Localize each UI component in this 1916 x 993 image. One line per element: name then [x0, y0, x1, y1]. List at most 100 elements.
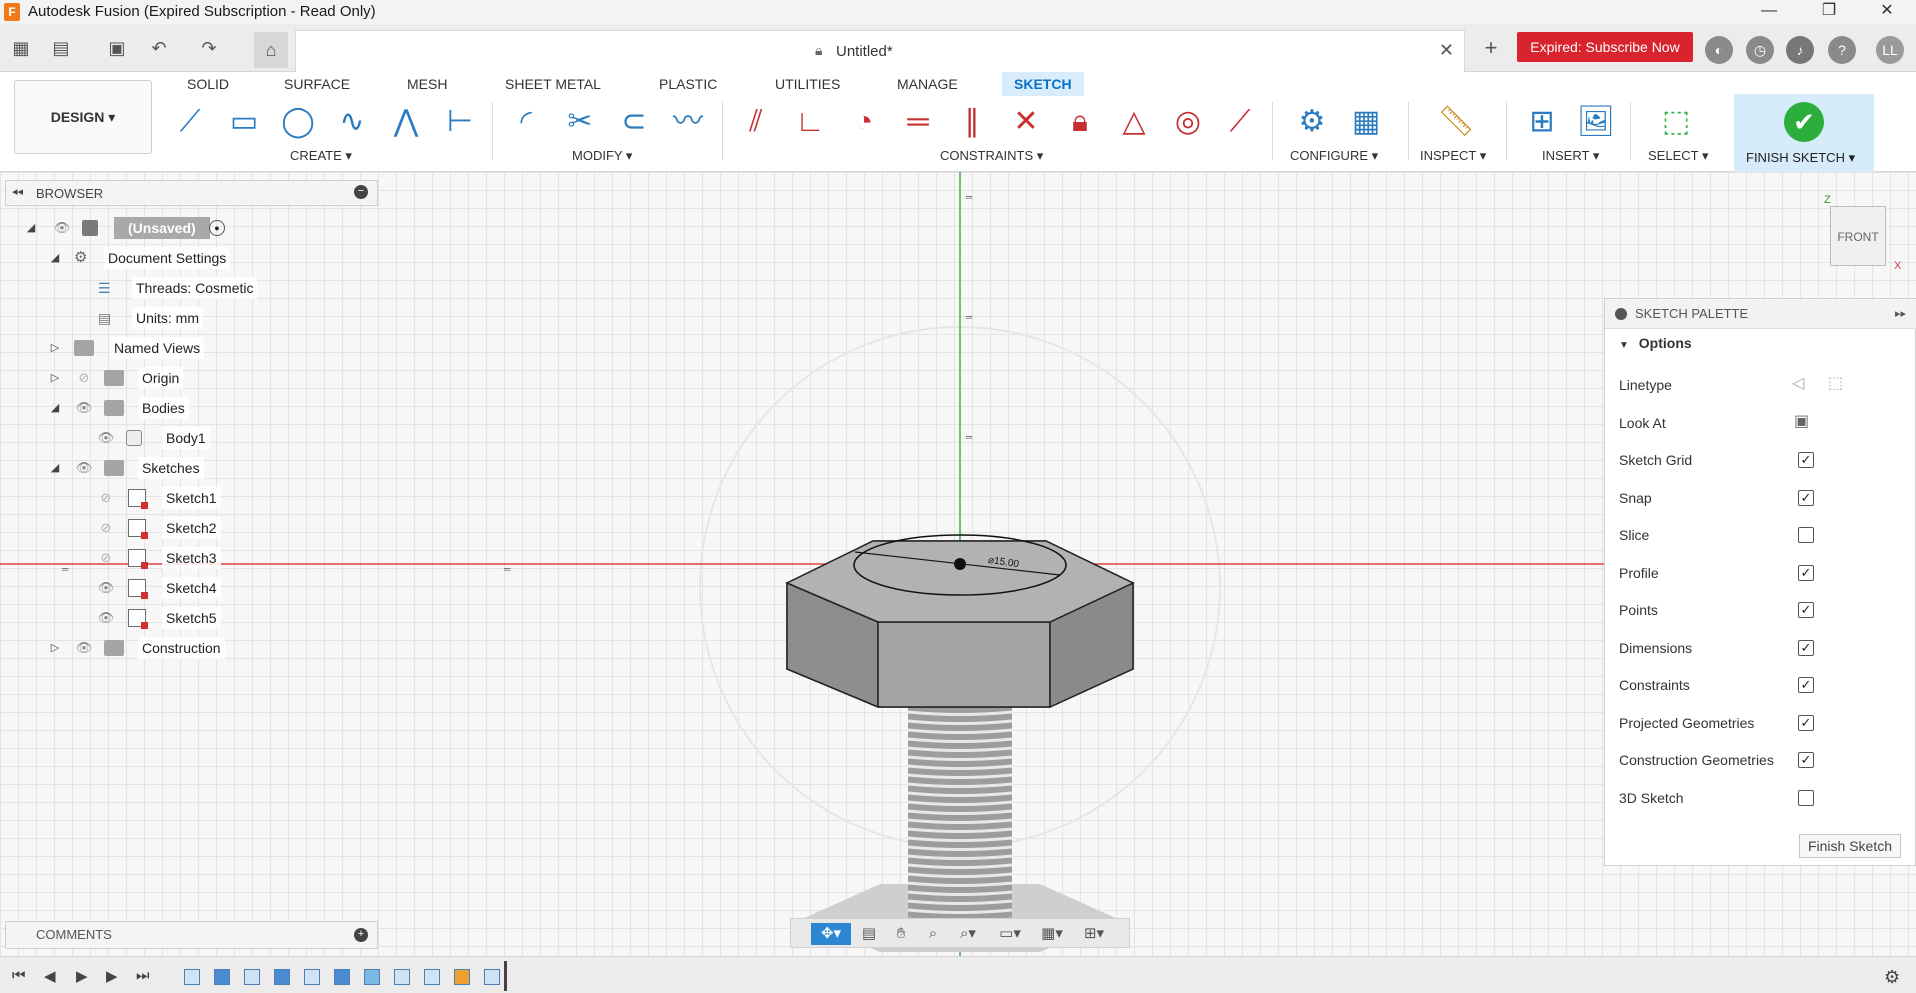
timeline-feature[interactable] [454, 969, 470, 985]
notifications-icon[interactable]: ♪ [1786, 36, 1814, 64]
curve-tool-icon[interactable]: 〰 [666, 100, 710, 144]
configure-table-icon[interactable]: ▦ [1344, 100, 1388, 144]
offset-tool-icon[interactable]: ⊂ [612, 100, 656, 144]
perpendicular-lines-icon[interactable]: ✕ [1004, 100, 1048, 144]
redo-icon[interactable]: ↷ [196, 36, 222, 60]
document-tab[interactable]: 🔒︎ Untitled* ✕ [295, 30, 1465, 72]
tab-sheet-metal[interactable]: SHEET METAL [505, 72, 601, 96]
comments-panel[interactable]: COMMENTS + [5, 921, 378, 949]
tree-row-origin[interactable]: ▷ ⊘ Origin [48, 367, 198, 389]
timeline-sketch-feature[interactable] [184, 969, 200, 985]
collapse-arrow-icon[interactable]: ▷ [48, 367, 62, 389]
tree-row-sketch4[interactable]: 👁︎ Sketch4 [96, 577, 226, 599]
select-box-icon[interactable]: ⬚ [1654, 100, 1698, 144]
hidden-eye-icon[interactable]: ⊘ [96, 547, 116, 569]
insert-component-icon[interactable]: ⊞ [1520, 100, 1564, 144]
sketch-palette-header[interactable]: SKETCH PALETTE ▸▸ [1605, 299, 1916, 329]
tree-row-sketches[interactable]: ◢ 👁︎ Sketches [48, 457, 208, 479]
sketch-grid-checkbox[interactable]: ✓ [1798, 452, 1814, 468]
tree-row-bodies[interactable]: ◢ 👁︎ Bodies [48, 397, 198, 419]
step-back-icon[interactable]: ◀ [44, 967, 56, 985]
collapse-browser-icon[interactable]: ◂◂ [12, 185, 23, 198]
modify-group-label[interactable]: MODIFY ▾ [572, 148, 632, 164]
tab-plastic[interactable]: PLASTIC [659, 72, 717, 96]
fix-constraint-icon[interactable]: 🔒︎ [1058, 100, 1102, 144]
select-group-label[interactable]: SELECT ▾ [1648, 148, 1708, 164]
points-checkbox[interactable]: ✓ [1798, 602, 1814, 618]
tab-utilities[interactable]: UTILITIES [775, 72, 840, 96]
timeline-marker[interactable] [504, 961, 507, 991]
visibility-eye-icon[interactable]: 👁︎ [96, 427, 116, 449]
zoom-icon[interactable]: ⌕ [921, 923, 945, 945]
grid-settings-icon[interactable]: ▦▾ [1035, 923, 1069, 945]
timeline-extrude-feature[interactable] [274, 969, 290, 985]
look-at-nav-icon[interactable]: ▤ [857, 923, 881, 945]
collapse-arrow-icon[interactable]: ▷ [48, 637, 62, 659]
expand-icon[interactable]: ◢ [24, 217, 38, 239]
parameters-icon[interactable]: ⚙ [1290, 100, 1334, 144]
expand-icon[interactable]: ◢ [48, 247, 62, 269]
tree-row-sketch1[interactable]: ⊘ Sketch1 [96, 487, 226, 509]
tangent-constraint-icon[interactable]: ◔ [842, 100, 886, 144]
tab-mesh[interactable]: MESH [407, 72, 447, 96]
viewports-icon[interactable]: ⊞▾ [1077, 923, 1111, 945]
insert-image-icon[interactable]: 🖼︎ [1574, 100, 1618, 144]
workspace-dropdown[interactable]: DESIGN ▾ [14, 80, 152, 154]
equal-constraint-icon[interactable]: ═ [896, 100, 940, 144]
timeline-sketch-feature[interactable] [244, 969, 260, 985]
tree-row-root[interactable]: ◢ 👁︎ (Unsaved) ● [24, 217, 264, 239]
palette-collapse-icon[interactable] [1615, 308, 1627, 320]
timeline-thread-feature[interactable] [394, 969, 410, 985]
visibility-eye-icon[interactable]: 👁︎ [52, 217, 72, 239]
tree-row-sketch2[interactable]: ⊘ Sketch2 [96, 517, 226, 539]
constraints-checkbox[interactable]: ✓ [1798, 677, 1814, 693]
centerline-linetype-icon[interactable]: ⬚ [1828, 373, 1843, 393]
orbit-icon[interactable]: ✥▾ [811, 923, 851, 945]
tree-row-named-views[interactable]: ▷ Named Views [48, 337, 208, 359]
expand-icon[interactable]: ◢ [48, 397, 62, 419]
projected-geometries-checkbox[interactable]: ✓ [1798, 715, 1814, 731]
go-to-end-icon[interactable]: ⏭ [136, 967, 150, 984]
inspect-group-label[interactable]: INSPECT ▾ [1420, 148, 1486, 164]
tree-row-sketch3[interactable]: ⊘ Sketch3 [96, 547, 226, 569]
configure-group-label[interactable]: CONFIGURE ▾ [1290, 148, 1378, 164]
tree-row-document-settings[interactable]: ◢ ⚙ Document Settings [48, 247, 268, 269]
maximize-button[interactable]: ❐ [1800, 0, 1858, 24]
perpendicular-constraint-icon[interactable]: ∟ [788, 100, 832, 144]
snap-checkbox[interactable]: ✓ [1798, 490, 1814, 506]
constraints-group-label[interactable]: CONSTRAINTS ▾ [940, 148, 1043, 164]
hidden-eye-icon[interactable]: ⊘ [74, 367, 94, 389]
section-toggle-icon[interactable]: ▼ [1619, 340, 1629, 351]
tab-manage[interactable]: MANAGE [897, 72, 958, 96]
visibility-eye-icon[interactable]: 👁︎ [74, 397, 94, 419]
close-window-button[interactable]: ✕ [1858, 0, 1916, 24]
tree-row-body1[interactable]: 👁︎ Body1 [96, 427, 216, 449]
display-settings-icon[interactable]: ▭▾ [993, 923, 1027, 945]
palette-finish-sketch-button[interactable]: Finish Sketch [1799, 834, 1901, 858]
home-icon[interactable]: ⌂ [254, 32, 288, 68]
fillet-tool-icon[interactable]: ◜ [504, 100, 548, 144]
line-tool-icon[interactable]: ⟋ [168, 100, 212, 144]
visibility-eye-icon[interactable]: 👁︎ [74, 637, 94, 659]
visibility-eye-icon[interactable]: 👁︎ [96, 577, 116, 599]
timeline-extrude-feature[interactable] [214, 969, 230, 985]
construction-linetype-icon[interactable]: ◁ [1792, 373, 1804, 393]
hidden-eye-icon[interactable]: ⊘ [96, 487, 116, 509]
close-tab-icon[interactable]: ✕ [1439, 40, 1454, 61]
timeline-extrude-feature[interactable] [334, 969, 350, 985]
new-tab-icon[interactable]: + [1478, 36, 1504, 60]
undo-icon[interactable]: ↶ [146, 36, 172, 60]
tab-solid[interactable]: SOLID [187, 72, 229, 96]
dimension-tool-icon[interactable]: ⊢ [438, 100, 482, 144]
visibility-eye-icon[interactable]: 👁︎ [96, 607, 116, 629]
parallel-constraint-icon[interactable]: ∥ [950, 100, 994, 144]
file-menu-icon[interactable]: ▤ [48, 36, 74, 60]
insert-group-label[interactable]: INSERT ▾ [1542, 148, 1599, 164]
tab-sketch[interactable]: SKETCH [1002, 72, 1084, 96]
timeline-sketch-feature[interactable] [424, 969, 440, 985]
job-status-icon[interactable]: ◷ [1746, 36, 1774, 64]
profile-checkbox[interactable]: ✓ [1798, 565, 1814, 581]
visibility-eye-icon[interactable]: 👁︎ [74, 457, 94, 479]
extensions-icon[interactable]: ◐ [1705, 36, 1733, 64]
viewcube[interactable]: FRONT [1830, 206, 1886, 266]
